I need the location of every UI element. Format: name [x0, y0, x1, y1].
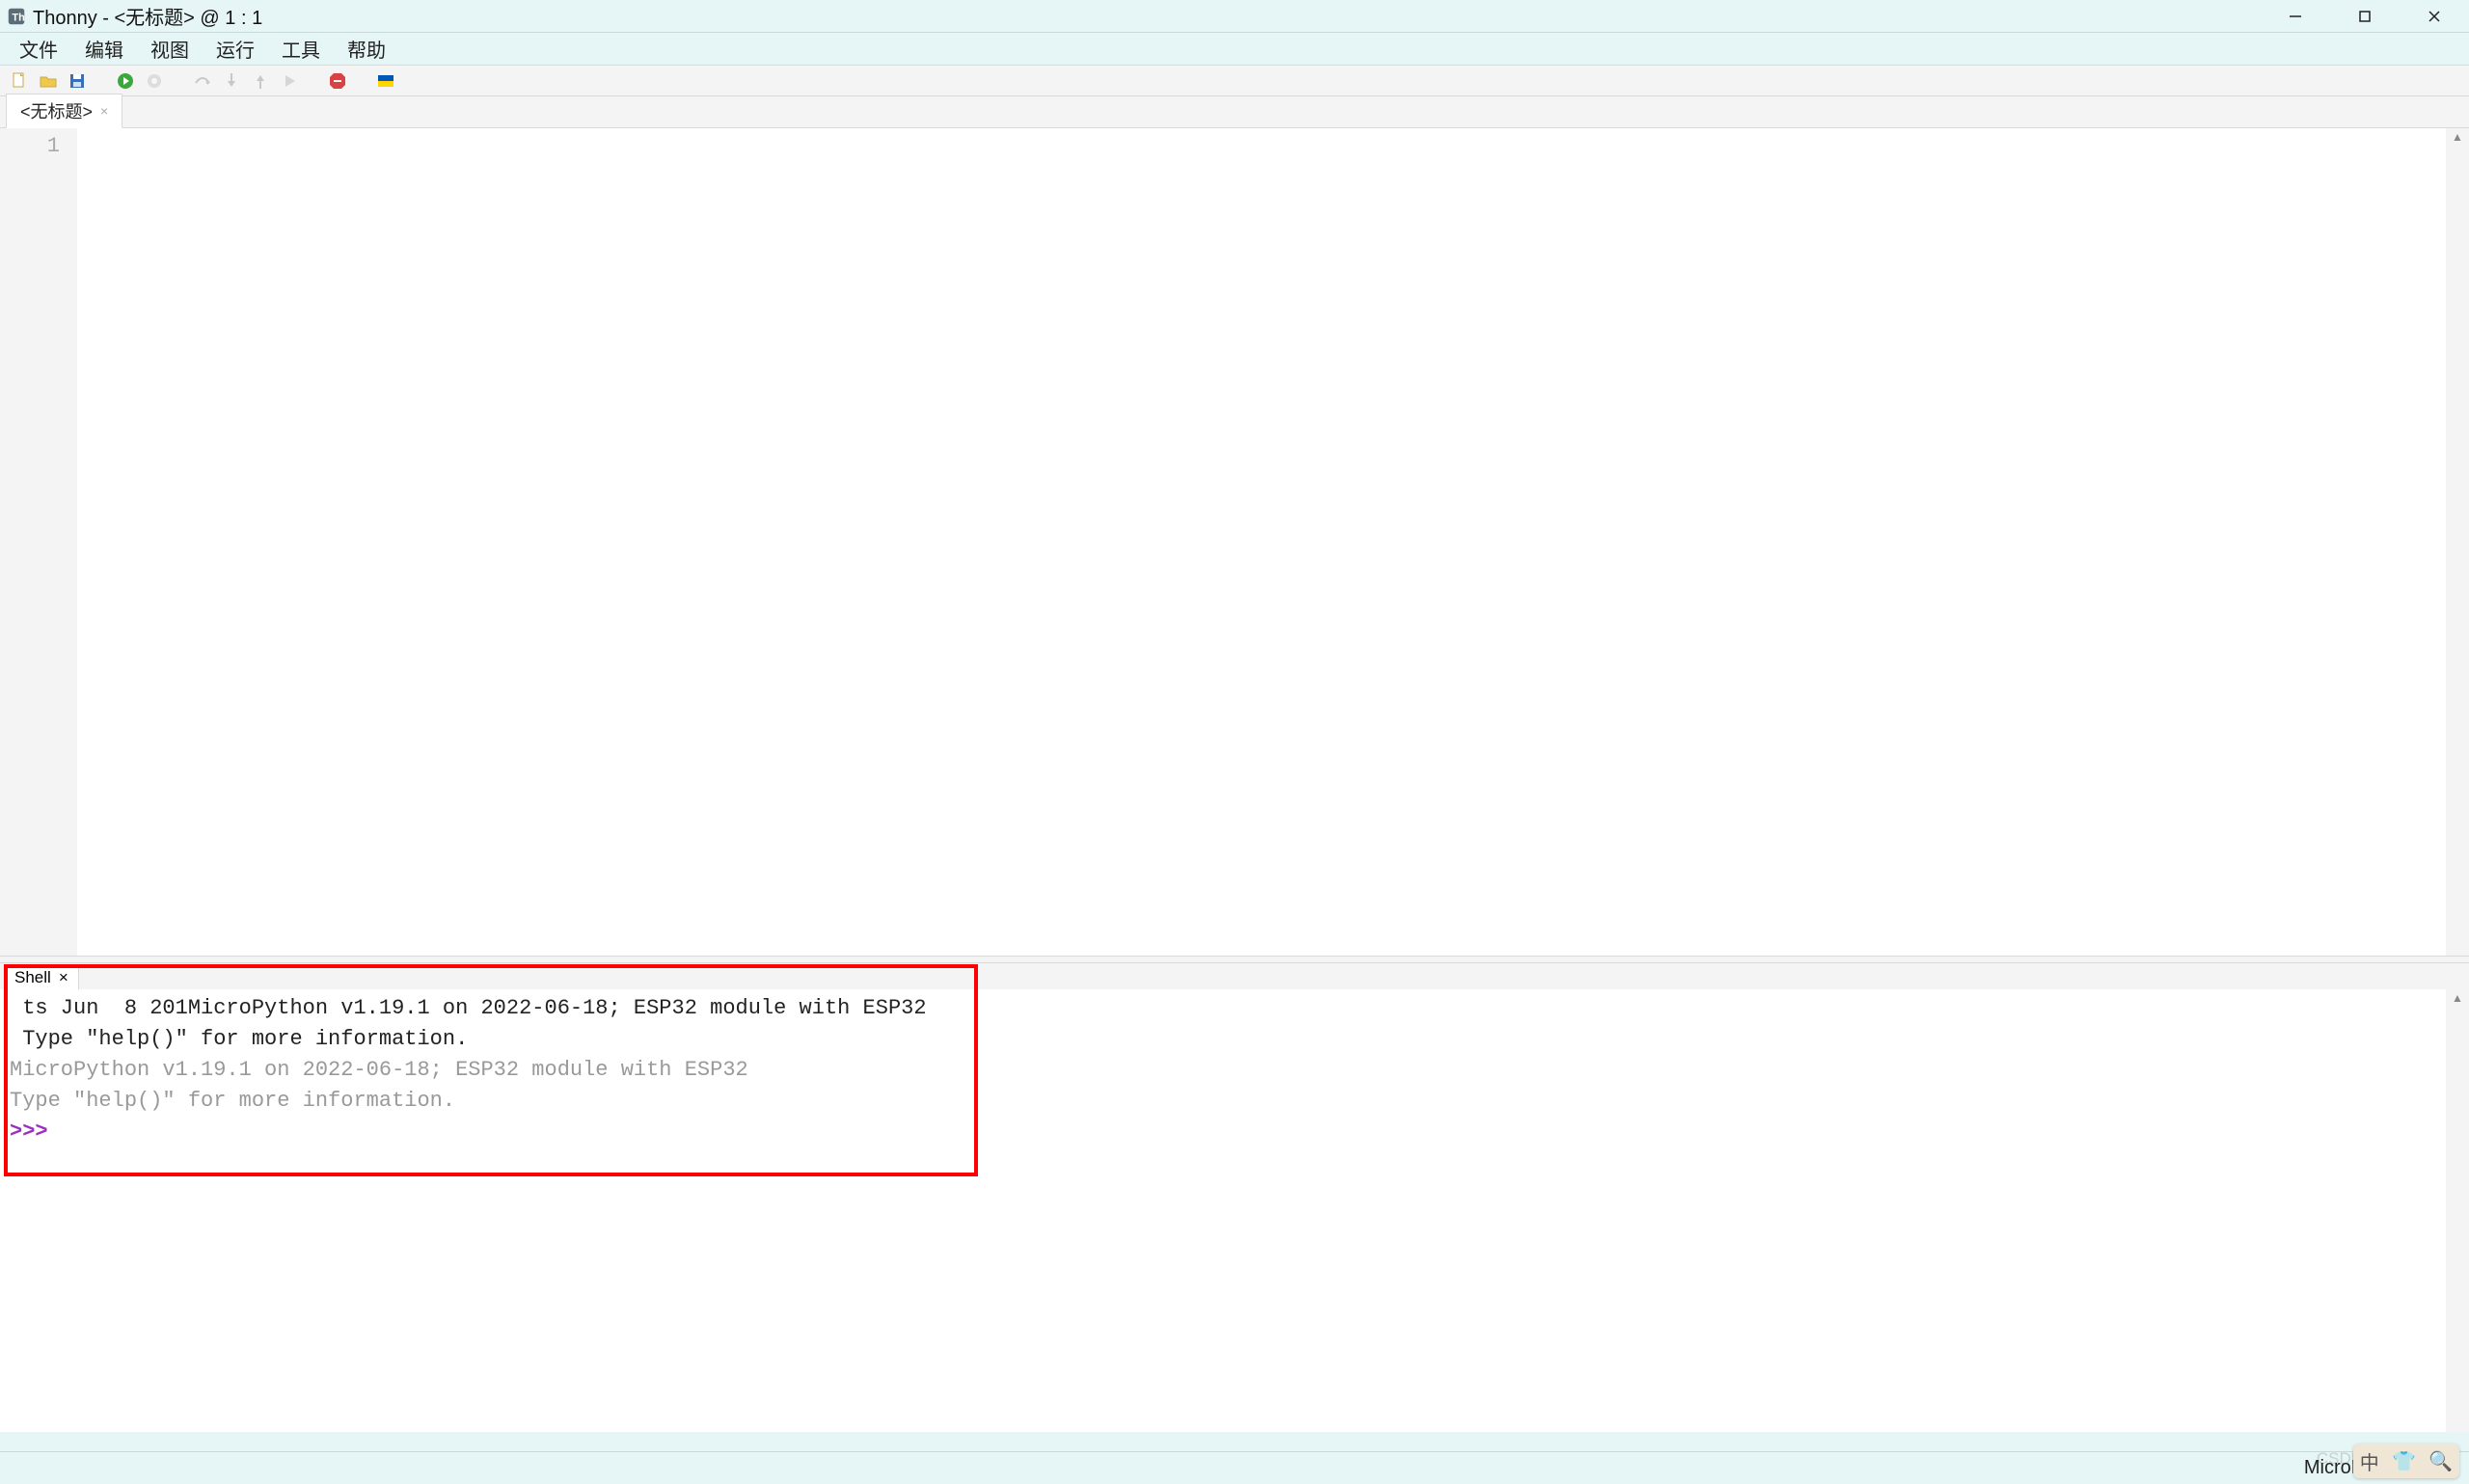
debug-icon[interactable]: [143, 69, 166, 93]
shell-area: ts Jun 8 201MicroPython v1.19.1 on 2022-…: [0, 989, 2469, 1432]
scroll-up-icon[interactable]: ▲: [2452, 991, 2463, 1005]
editor-tab-label: <无标题>: [20, 98, 93, 123]
step-out-icon[interactable]: [249, 69, 272, 93]
shell-line-4: Type "help()" for more information.: [10, 1089, 455, 1113]
shell-line-1: ts Jun 8 201MicroPython v1.19.1 on 2022-…: [10, 996, 927, 1020]
new-file-icon[interactable]: [8, 69, 31, 93]
shell-tab[interactable]: Shell ×: [4, 965, 79, 990]
window-title: Thonny - <无标题> @ 1 : 1: [33, 2, 262, 30]
editor-tab-untitled[interactable]: <无标题> ×: [6, 94, 122, 128]
ime-indicator[interactable]: 中 👕 🔍: [2353, 1444, 2459, 1478]
editor-area: 1 ▲: [0, 128, 2469, 956]
editor-tabstrip: <无标题> ×: [0, 96, 2469, 128]
menubar: 文件 编辑 视图 运行 工具 帮助: [0, 33, 2469, 65]
menu-view[interactable]: 视图: [137, 33, 203, 65]
resume-icon[interactable]: [278, 69, 301, 93]
titlebar: Th Thonny - <无标题> @ 1 : 1: [0, 0, 2469, 33]
shell-output[interactable]: ts Jun 8 201MicroPython v1.19.1 on 2022-…: [0, 989, 2446, 1432]
ukraine-flag-icon[interactable]: [374, 69, 397, 93]
stop-icon[interactable]: [326, 69, 349, 93]
ime-shirt-icon: 👕: [2392, 1449, 2416, 1473]
menu-tools[interactable]: 工具: [268, 33, 334, 65]
shell-tabstrip: Shell ×: [0, 963, 2469, 989]
menu-edit[interactable]: 编辑: [71, 33, 137, 65]
step-into-icon[interactable]: [220, 69, 243, 93]
close-button[interactable]: [2400, 0, 2469, 32]
shell-vertical-scrollbar[interactable]: ▲: [2446, 989, 2469, 1432]
window-controls: [2261, 0, 2469, 32]
run-icon[interactable]: [114, 69, 137, 93]
minimize-button[interactable]: [2261, 0, 2330, 32]
editor-vertical-scrollbar[interactable]: ▲: [2446, 128, 2469, 956]
shell-tab-label: Shell: [14, 968, 51, 987]
save-file-icon[interactable]: [66, 69, 89, 93]
shell-line-2: Type "help()" for more information.: [10, 1027, 468, 1051]
code-editor[interactable]: [77, 128, 2446, 956]
maximize-button[interactable]: [2330, 0, 2400, 32]
shell-line-3: MicroPython v1.19.1 on 2022-06-18; ESP32…: [10, 1058, 748, 1082]
menu-help[interactable]: 帮助: [334, 33, 399, 65]
ime-search-icon: 🔍: [2428, 1449, 2453, 1473]
ime-label: 中: [2360, 1447, 2379, 1475]
horizontal-splitter[interactable]: [0, 956, 2469, 963]
open-file-icon[interactable]: [37, 69, 60, 93]
statusbar: MicroPython: [0, 1451, 2469, 1484]
line-number: 1: [0, 134, 60, 158]
scroll-up-icon[interactable]: ▲: [2452, 130, 2463, 144]
menu-file[interactable]: 文件: [6, 33, 71, 65]
thonny-logo-icon: Th: [6, 6, 27, 27]
step-over-icon[interactable]: [191, 69, 214, 93]
close-icon[interactable]: ×: [59, 968, 68, 987]
menu-run[interactable]: 运行: [203, 33, 268, 65]
svg-text:Th: Th: [12, 12, 25, 23]
close-icon[interactable]: ×: [100, 103, 108, 119]
shell-prompt: >>>: [10, 1120, 61, 1144]
toolbar: [0, 65, 2469, 96]
